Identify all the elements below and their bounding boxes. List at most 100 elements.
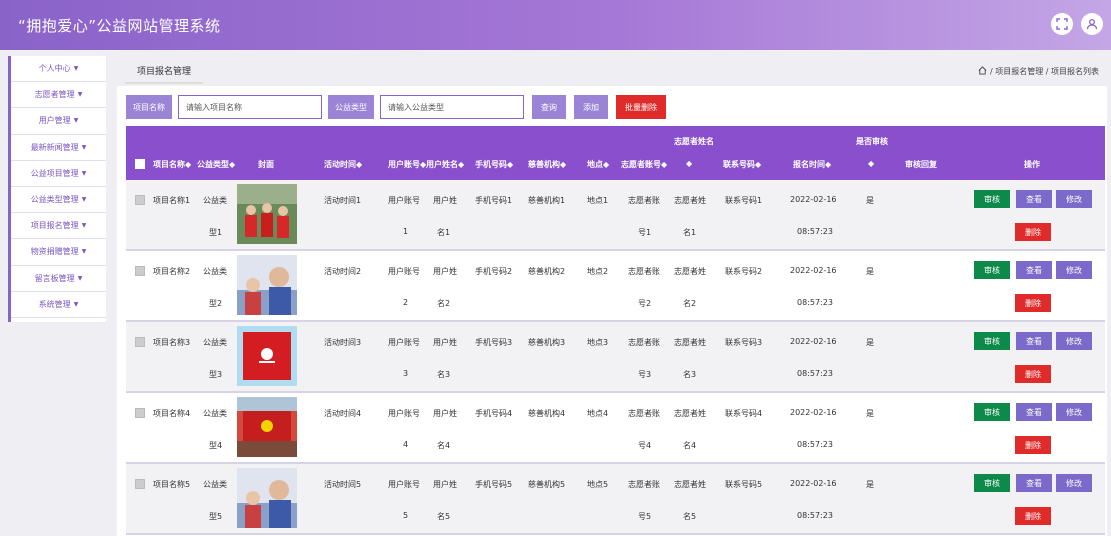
review-button[interactable]: 审核	[974, 261, 1010, 279]
cell-contact: 联系号码3	[725, 338, 763, 347]
cell-type: 公益类	[203, 480, 227, 489]
header-activity-time[interactable]: 活动时间◆	[324, 159, 362, 170]
charity-type-input[interactable]: 请输入公益类型	[380, 95, 524, 119]
cell-activity-time: 活动时间2	[324, 267, 362, 276]
sidebar-item-label: 留言板管理	[34, 273, 75, 283]
sidebar-item[interactable]: 最新新闻管理 ▼	[11, 135, 106, 161]
table-row: 项目名称3 公益类 型3 活动时间3 用户账号 3 用户姓 名3 手机号码3 慈善机构3 地点3 志愿…	[126, 322, 1105, 393]
sidebar-item-label: 最新新闻管理	[30, 142, 79, 152]
sidebar-item[interactable]: 公益类型管理 ▼	[11, 187, 106, 214]
edit-button[interactable]: 修改	[1056, 474, 1092, 492]
cell-contact: 联系号码4	[725, 409, 763, 418]
sidebar-item[interactable]: 公益项目管理 ▼	[11, 161, 106, 187]
header-user-account[interactable]: 用户账号◆	[388, 159, 426, 170]
header-signup-time[interactable]: 报名时间◆	[793, 159, 831, 170]
edit-button[interactable]: 修改	[1056, 190, 1092, 208]
project-name-input[interactable]: 请输入项目名称	[178, 95, 322, 119]
delete-button[interactable]: 删除	[1015, 365, 1051, 383]
cell-volunteer-name: 名5	[683, 512, 697, 521]
header-reviewed[interactable]: ◆	[868, 159, 874, 168]
cell-user-account: 4	[403, 440, 409, 449]
sidebar-item[interactable]: 物资捐赠管理 ▼	[11, 239, 106, 266]
review-button[interactable]: 审核	[974, 474, 1010, 492]
sidebar-item[interactable]: 项目报名管理 ▼	[11, 213, 106, 240]
sidebar-item-label: 公益项目管理	[30, 168, 79, 178]
header-phone[interactable]: 手机号码◆	[475, 159, 513, 170]
sidebar-item-label: 志愿者管理	[34, 90, 75, 100]
batch-delete-button[interactable]: 批量删除	[616, 95, 666, 119]
cell-type: 型1	[209, 228, 223, 237]
home-icon[interactable]	[978, 65, 987, 77]
sidebar-item[interactable]: 系统管理 ▼	[11, 292, 106, 318]
header-charity[interactable]: 慈善机构◆	[528, 159, 566, 170]
review-button[interactable]: 审核	[974, 190, 1010, 208]
sidebar-item-label: 物资捐赠管理	[30, 247, 79, 257]
edit-button[interactable]: 修改	[1056, 332, 1092, 350]
view-button[interactable]: 查看	[1016, 261, 1052, 279]
chevron-down-icon: ▼	[73, 117, 79, 125]
cell-user-name: 用户姓	[433, 338, 457, 347]
cell-user-account: 用户账号	[388, 267, 420, 276]
sidebar-item[interactable]: 志愿者管理 ▼	[11, 82, 106, 109]
header-user-name[interactable]: 用户姓名◆	[426, 159, 464, 170]
view-button[interactable]: 查看	[1016, 190, 1052, 208]
cell-reviewed: 是	[866, 480, 874, 489]
view-button[interactable]: 查看	[1016, 403, 1052, 421]
delete-button[interactable]: 删除	[1015, 507, 1051, 525]
cover-image	[237, 184, 297, 244]
row-checkbox[interactable]	[135, 479, 145, 489]
cell-volunteer-account: 号3	[638, 370, 652, 379]
cell-phone: 手机号码4	[475, 409, 513, 418]
cell-volunteer-account: 号1	[638, 228, 652, 237]
cell-volunteer-account: 志愿者账	[628, 338, 660, 347]
edit-button[interactable]: 修改	[1056, 261, 1092, 279]
cell-user-name: 名4	[437, 441, 451, 450]
sidebar-item[interactable]: 留言板管理 ▼	[11, 266, 106, 292]
select-all-checkbox[interactable]	[135, 159, 145, 169]
delete-button[interactable]: 删除	[1015, 223, 1051, 241]
view-button[interactable]: 查看	[1016, 474, 1052, 492]
header-volunteer-name[interactable]: ◆	[686, 159, 692, 168]
cell-type: 公益类	[203, 409, 227, 418]
user-icon[interactable]	[1081, 13, 1103, 35]
header-review-reply: 审核回复	[905, 160, 937, 169]
sidebar-item[interactable]: 个人中心 ▼	[11, 56, 106, 83]
add-button[interactable]: 添加	[574, 95, 608, 119]
table-row: 项目名称5 公益类 型5 活动时间5 用户账号 5 用户姓 名5 手机号码5 慈善机构5 地点5 志愿…	[126, 464, 1105, 535]
header-type[interactable]: 公益类型◆	[197, 159, 235, 170]
sidebar-item-label: 个人中心	[38, 64, 71, 74]
row-checkbox[interactable]	[135, 195, 145, 205]
cell-volunteer-name: 志愿者姓	[674, 480, 706, 489]
cell-project-name: 项目名称3	[153, 338, 191, 347]
row-checkbox[interactable]	[135, 337, 145, 347]
header-project-name[interactable]: 项目名称◆	[153, 159, 191, 170]
signup-table: 志愿者姓名 是否审核 项目名称◆ 公益类型◆ 封面 活动时间◆ 用户账号◆ 用户…	[126, 126, 1105, 535]
table-row: 项目名称4 公益类 型4 活动时间4 用户账号 4 用户姓 名4 手机号码4 慈善机构4 地点4 志愿…	[126, 393, 1105, 464]
row-checkbox[interactable]	[135, 408, 145, 418]
chevron-down-icon: ▼	[73, 65, 79, 73]
cell-reviewed: 是	[866, 196, 874, 205]
delete-button[interactable]: 删除	[1015, 294, 1051, 312]
sidebar-item[interactable]: 用户管理 ▼	[11, 108, 106, 135]
cell-user-account: 1	[403, 227, 409, 236]
cell-user-name: 名1	[437, 228, 451, 237]
row-checkbox[interactable]	[135, 266, 145, 276]
edit-button[interactable]: 修改	[1056, 403, 1092, 421]
cell-user-name: 名3	[437, 370, 451, 379]
page-tab[interactable]: 项目报名管理	[125, 58, 204, 84]
cell-type: 型4	[209, 441, 223, 450]
header-volunteer-account[interactable]: 志愿者账号◆	[621, 159, 667, 170]
review-button[interactable]: 审核	[974, 332, 1010, 350]
review-button[interactable]: 审核	[974, 403, 1010, 421]
cell-phone: 手机号码5	[475, 480, 513, 489]
cell-volunteer-account: 号2	[638, 299, 652, 308]
query-button[interactable]: 查询	[532, 95, 566, 119]
cell-location: 地点2	[587, 267, 609, 276]
cell-volunteer-account: 志愿者账	[628, 267, 660, 276]
fullscreen-icon[interactable]	[1051, 13, 1073, 35]
view-button[interactable]: 查看	[1016, 332, 1052, 350]
cover-image	[237, 397, 297, 457]
header-contact[interactable]: 联系号码◆	[723, 159, 761, 170]
header-location[interactable]: 地点◆	[587, 159, 609, 170]
delete-button[interactable]: 删除	[1015, 436, 1051, 454]
